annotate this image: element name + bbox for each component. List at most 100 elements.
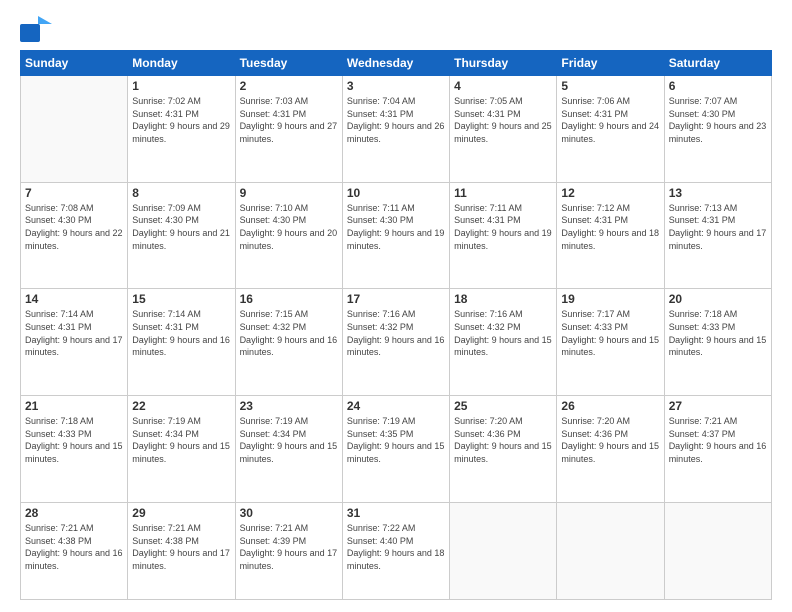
day-info: Sunrise: 7:16 AM Sunset: 4:32 PM Dayligh…	[454, 308, 552, 358]
header	[20, 16, 772, 42]
calendar-cell: 11Sunrise: 7:11 AM Sunset: 4:31 PM Dayli…	[450, 182, 557, 289]
day-number: 10	[347, 186, 445, 200]
calendar-cell: 19 Sunrise: 7:17 AM Sunset: 4:33 PM Dayli…	[557, 289, 664, 396]
logo	[20, 16, 54, 42]
day-number: 30	[240, 506, 338, 520]
day-info: Sunrise: 7:22 AM Sunset: 4:40 PM Dayligh…	[347, 522, 445, 572]
calendar-week-row: 28 Sunrise: 7:21 AM Sunset: 4:38 PM Dayli…	[21, 502, 772, 599]
calendar-cell: 1 Sunrise: 7:02 AM Sunset: 4:31 PM Daylig…	[128, 76, 235, 183]
day-number: 22	[132, 399, 230, 413]
calendar-cell: 12Sunrise: 7:12 AM Sunset: 4:31 PM Dayli…	[557, 182, 664, 289]
calendar-week-row: 7 Sunrise: 7:08 AM Sunset: 4:30 PM Daylig…	[21, 182, 772, 289]
calendar-cell: 31 Sunrise: 7:22 AM Sunset: 4:40 PM Dayli…	[342, 502, 449, 599]
weekday-header-wednesday: Wednesday	[342, 51, 449, 76]
day-number: 21	[25, 399, 123, 413]
calendar-cell: 24 Sunrise: 7:19 AM Sunset: 4:35 PM Dayli…	[342, 396, 449, 503]
day-number: 2	[240, 79, 338, 93]
calendar-cell: 16 Sunrise: 7:15 AM Sunset: 4:32 PM Dayli…	[235, 289, 342, 396]
calendar-cell: 26 Sunrise: 7:20 AM Sunset: 4:36 PM Dayli…	[557, 396, 664, 503]
calendar-cell	[557, 502, 664, 599]
calendar-cell: 13 Sunrise: 7:13 AM Sunset: 4:31 PM Dayli…	[664, 182, 771, 289]
page: SundayMondayTuesdayWednesdayThursdayFrid…	[0, 0, 792, 612]
day-number: 29	[132, 506, 230, 520]
calendar-cell: 30 Sunrise: 7:21 AM Sunset: 4:39 PM Dayli…	[235, 502, 342, 599]
day-number: 23	[240, 399, 338, 413]
day-number: 24	[347, 399, 445, 413]
calendar-cell: 18 Sunrise: 7:16 AM Sunset: 4:32 PM Dayli…	[450, 289, 557, 396]
day-info: Sunrise: 7:03 AM Sunset: 4:31 PM Dayligh…	[240, 95, 338, 145]
calendar-cell: 6Sunrise: 7:07 AM Sunset: 4:30 PM Daylig…	[664, 76, 771, 183]
day-info: Sunrise: 7:04 AM Sunset: 4:31 PM Dayligh…	[347, 95, 445, 145]
day-number: 6	[669, 79, 767, 93]
calendar-cell: 20Sunrise: 7:18 AM Sunset: 4:33 PM Dayli…	[664, 289, 771, 396]
day-info: Sunrise: 7:12 AM Sunset: 4:31 PM Dayligh…	[561, 202, 659, 252]
day-info: Sunrise: 7:13 AM Sunset: 4:31 PM Dayligh…	[669, 202, 767, 252]
calendar-week-row: 14 Sunrise: 7:14 AM Sunset: 4:31 PM Dayli…	[21, 289, 772, 396]
calendar-cell: 21 Sunrise: 7:18 AM Sunset: 4:33 PM Dayli…	[21, 396, 128, 503]
day-info: Sunrise: 7:21 AM Sunset: 4:38 PM Dayligh…	[25, 522, 123, 572]
calendar-cell: 9 Sunrise: 7:10 AM Sunset: 4:30 PM Daylig…	[235, 182, 342, 289]
calendar-cell: 10 Sunrise: 7:11 AM Sunset: 4:30 PM Dayli…	[342, 182, 449, 289]
day-info: Sunrise: 7:10 AM Sunset: 4:30 PM Dayligh…	[240, 202, 338, 252]
calendar-cell: 4Sunrise: 7:05 AM Sunset: 4:31 PM Daylig…	[450, 76, 557, 183]
day-number: 7	[25, 186, 123, 200]
day-number: 19	[561, 292, 659, 306]
day-info: Sunrise: 7:11 AM Sunset: 4:31 PM Dayligh…	[454, 202, 552, 252]
day-number: 18	[454, 292, 552, 306]
calendar-cell: 27 Sunrise: 7:21 AM Sunset: 4:37 PM Dayli…	[664, 396, 771, 503]
day-info: Sunrise: 7:11 AM Sunset: 4:30 PM Dayligh…	[347, 202, 445, 252]
day-number: 9	[240, 186, 338, 200]
day-number: 25	[454, 399, 552, 413]
day-info: Sunrise: 7:02 AM Sunset: 4:31 PM Dayligh…	[132, 95, 230, 145]
day-info: Sunrise: 7:16 AM Sunset: 4:32 PM Dayligh…	[347, 308, 445, 358]
day-number: 31	[347, 506, 445, 520]
calendar-cell	[21, 76, 128, 183]
day-info: Sunrise: 7:20 AM Sunset: 4:36 PM Dayligh…	[561, 415, 659, 465]
calendar-cell: 22 Sunrise: 7:19 AM Sunset: 4:34 PM Dayli…	[128, 396, 235, 503]
calendar-cell	[450, 502, 557, 599]
weekday-header-row: SundayMondayTuesdayWednesdayThursdayFrid…	[21, 51, 772, 76]
day-info: Sunrise: 7:14 AM Sunset: 4:31 PM Dayligh…	[25, 308, 123, 358]
day-info: Sunrise: 7:21 AM Sunset: 4:38 PM Dayligh…	[132, 522, 230, 572]
weekday-header-tuesday: Tuesday	[235, 51, 342, 76]
day-info: Sunrise: 7:19 AM Sunset: 4:34 PM Dayligh…	[240, 415, 338, 465]
day-number: 1	[132, 79, 230, 93]
day-info: Sunrise: 7:14 AM Sunset: 4:31 PM Dayligh…	[132, 308, 230, 358]
day-number: 16	[240, 292, 338, 306]
day-number: 27	[669, 399, 767, 413]
day-info: Sunrise: 7:18 AM Sunset: 4:33 PM Dayligh…	[25, 415, 123, 465]
logo-icon	[20, 16, 52, 42]
calendar-cell: 28 Sunrise: 7:21 AM Sunset: 4:38 PM Dayli…	[21, 502, 128, 599]
day-info: Sunrise: 7:06 AM Sunset: 4:31 PM Dayligh…	[561, 95, 659, 145]
calendar-cell: 23 Sunrise: 7:19 AM Sunset: 4:34 PM Dayli…	[235, 396, 342, 503]
calendar-cell: 5 Sunrise: 7:06 AM Sunset: 4:31 PM Daylig…	[557, 76, 664, 183]
weekday-header-thursday: Thursday	[450, 51, 557, 76]
day-number: 15	[132, 292, 230, 306]
day-number: 28	[25, 506, 123, 520]
day-info: Sunrise: 7:08 AM Sunset: 4:30 PM Dayligh…	[25, 202, 123, 252]
day-info: Sunrise: 7:17 AM Sunset: 4:33 PM Dayligh…	[561, 308, 659, 358]
day-info: Sunrise: 7:05 AM Sunset: 4:31 PM Dayligh…	[454, 95, 552, 145]
day-number: 3	[347, 79, 445, 93]
calendar-cell: 29 Sunrise: 7:21 AM Sunset: 4:38 PM Dayli…	[128, 502, 235, 599]
day-info: Sunrise: 7:15 AM Sunset: 4:32 PM Dayligh…	[240, 308, 338, 358]
calendar-cell: 17Sunrise: 7:16 AM Sunset: 4:32 PM Dayli…	[342, 289, 449, 396]
day-info: Sunrise: 7:19 AM Sunset: 4:34 PM Dayligh…	[132, 415, 230, 465]
day-number: 13	[669, 186, 767, 200]
day-number: 14	[25, 292, 123, 306]
calendar-cell: 2 Sunrise: 7:03 AM Sunset: 4:31 PM Daylig…	[235, 76, 342, 183]
calendar-table: SundayMondayTuesdayWednesdayThursdayFrid…	[20, 50, 772, 600]
calendar-week-row: 1 Sunrise: 7:02 AM Sunset: 4:31 PM Daylig…	[21, 76, 772, 183]
calendar-cell: 3 Sunrise: 7:04 AM Sunset: 4:31 PM Daylig…	[342, 76, 449, 183]
calendar-cell	[664, 502, 771, 599]
calendar-cell: 7 Sunrise: 7:08 AM Sunset: 4:30 PM Daylig…	[21, 182, 128, 289]
day-number: 5	[561, 79, 659, 93]
day-info: Sunrise: 7:21 AM Sunset: 4:37 PM Dayligh…	[669, 415, 767, 465]
day-info: Sunrise: 7:19 AM Sunset: 4:35 PM Dayligh…	[347, 415, 445, 465]
weekday-header-monday: Monday	[128, 51, 235, 76]
day-number: 26	[561, 399, 659, 413]
calendar-cell: 8Sunrise: 7:09 AM Sunset: 4:30 PM Daylig…	[128, 182, 235, 289]
day-number: 20	[669, 292, 767, 306]
day-info: Sunrise: 7:21 AM Sunset: 4:39 PM Dayligh…	[240, 522, 338, 572]
calendar-cell: 25Sunrise: 7:20 AM Sunset: 4:36 PM Dayli…	[450, 396, 557, 503]
